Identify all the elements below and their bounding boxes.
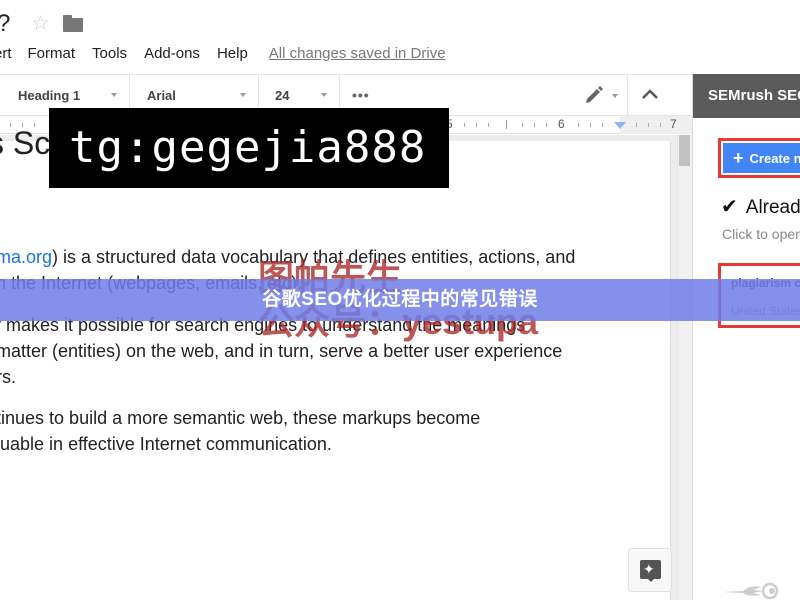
paragraph-style-value: Heading 1 [18, 87, 81, 103]
paragraph-line: ers. [0, 367, 17, 387]
menu-bar: ert Format Tools Add-ons Help All change… [0, 42, 446, 64]
chevron-down-icon [111, 93, 117, 97]
contact-overlay-label: tg:gegejia888 [49, 108, 449, 188]
ruler-number: 7 [670, 117, 677, 131]
plus-icon: + [733, 148, 744, 168]
google-docs-window: ? ☆ ert Format Tools Add-ons Help All ch… [0, 0, 800, 600]
ruler-tick [602, 123, 603, 127]
ruler-tick [464, 123, 465, 127]
menu-tools[interactable]: Tools [92, 45, 127, 62]
more-options-button[interactable]: ••• [352, 87, 370, 103]
folder-icon[interactable] [63, 15, 83, 32]
explore-button[interactable]: ✦ [628, 548, 672, 592]
ruler-tick [660, 123, 661, 127]
click-to-open-hint: Click to open [722, 226, 800, 242]
ruler-margin [620, 116, 692, 134]
saved-status-link[interactable]: All changes saved in Drive [269, 45, 446, 62]
font-size-value: 24 [275, 87, 290, 103]
menu-addons[interactable]: Add-ons [144, 45, 200, 62]
highlight-frame: +Create new template [718, 138, 800, 178]
star-icon[interactable]: ☆ [31, 11, 50, 36]
menu-format[interactable]: Format [28, 45, 76, 62]
sparkle-icon: ✦ [643, 561, 655, 577]
checkmark-icon: ✔ [721, 196, 738, 218]
ruler-tick [590, 123, 591, 127]
right-indent-marker[interactable] [614, 122, 626, 129]
create-template-button[interactable]: +Create new template [723, 143, 800, 173]
font-value: Arial [147, 87, 176, 103]
chevron-down-icon [321, 93, 327, 97]
ruler-number: 6 [558, 117, 565, 131]
schema-org-link[interactable]: ema.org [0, 247, 52, 267]
document-title[interactable]: ? [0, 10, 10, 38]
ruler-tick [636, 123, 637, 127]
ruler-tick [476, 123, 477, 127]
menu-insert[interactable]: ert [0, 45, 12, 62]
editing-mode-button[interactable] [582, 85, 622, 107]
chevron-down-icon [240, 93, 246, 97]
ruler-tick [522, 123, 523, 127]
already-section: ✔Already [721, 196, 800, 218]
ruler-tick [506, 120, 507, 129]
collapse-toolbar-button[interactable] [638, 83, 662, 107]
side-panel-title: SEMrush SEO Writing Assistant [693, 74, 800, 118]
semrush-side-panel: SEMrush SEO Writing Assistant +Create ne… [692, 74, 800, 600]
ruler-tick [546, 123, 547, 127]
ruler-tick [488, 123, 489, 127]
ruler-tick [578, 123, 579, 127]
vertical-scrollbar[interactable] [677, 135, 692, 600]
ruler-tick [534, 123, 535, 127]
title-banner: 谷歌SEO优化过程中的常见错误 [0, 279, 800, 321]
paragraph-line: ntinues to build a more semantic web, th… [0, 408, 481, 428]
ruler-tick [648, 123, 649, 127]
chevron-up-icon [642, 89, 658, 99]
paragraph-line: aluable in effective Internet communicat… [0, 434, 332, 454]
pencil-icon [586, 86, 603, 103]
toolbar-divider [627, 75, 628, 115]
chevron-down-icon [612, 94, 618, 98]
scrollbar-thumb[interactable] [679, 135, 690, 166]
semrush-logo-icon [723, 582, 779, 600]
menu-help[interactable]: Help [217, 45, 248, 62]
paragraph[interactable]: ntinues to build a more semantic web, th… [0, 405, 480, 457]
title-row: ? ☆ [0, 0, 692, 40]
